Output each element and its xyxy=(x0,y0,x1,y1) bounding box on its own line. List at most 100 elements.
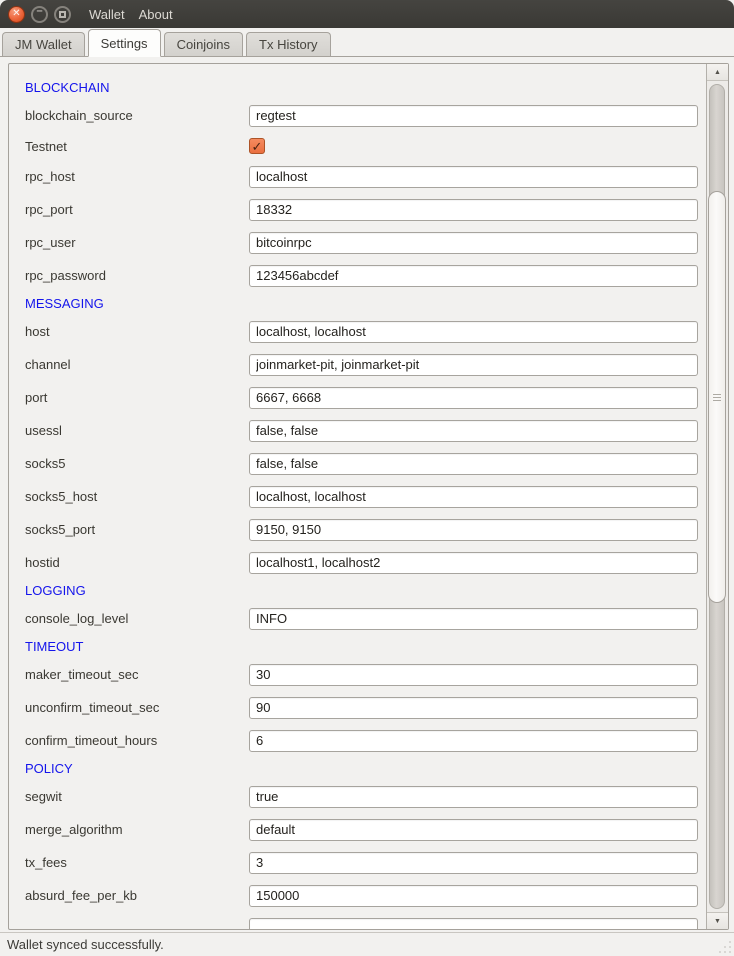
field-label: hostid xyxy=(25,555,249,570)
field-label: rpc_port xyxy=(25,202,249,217)
field-label: socks5_port xyxy=(25,522,249,537)
field-label: segwit xyxy=(25,789,249,804)
menu-item-wallet[interactable]: Wallet xyxy=(88,5,126,24)
scrollbar-grip-icon xyxy=(713,394,721,395)
field-row: merge_algorithm xyxy=(9,813,706,846)
section-header-label: TIMEOUT xyxy=(25,639,84,654)
field-row: console_log_level xyxy=(9,602,706,635)
field-row: rpc_password xyxy=(9,259,706,292)
field-row xyxy=(9,912,706,929)
input-rpc_port[interactable] xyxy=(249,199,698,221)
field-label: rpc_host xyxy=(25,169,249,184)
field-row: socks5_port xyxy=(9,513,706,546)
close-icon: ✕ xyxy=(12,9,20,19)
input-rpc_user[interactable] xyxy=(249,232,698,254)
tab-settings[interactable]: Settings xyxy=(88,29,161,57)
section-header-label: MESSAGING xyxy=(25,296,104,311)
window-controls: ✕ – xyxy=(8,6,71,23)
input-absurd_fee_per_kb[interactable] xyxy=(249,885,698,907)
field-row: channel xyxy=(9,348,706,381)
input-hostid[interactable] xyxy=(249,552,698,574)
field-label: tx_fees xyxy=(25,855,249,870)
section-header-label: BLOCKCHAIN xyxy=(25,80,110,95)
input-maker_timeout_sec[interactable] xyxy=(249,664,698,686)
field-row: unconfirm_timeout_sec xyxy=(9,691,706,724)
tab-coinjoins[interactable]: Coinjoins xyxy=(164,32,243,56)
input-merge_algorithm[interactable] xyxy=(249,819,698,841)
field-label: channel xyxy=(25,357,249,372)
input-rpc_password[interactable] xyxy=(249,265,698,287)
scrollbar-down-button[interactable]: ▼ xyxy=(707,912,728,929)
tab-jm-wallet[interactable]: JM Wallet xyxy=(2,32,85,56)
arrow-up-icon: ▲ xyxy=(714,69,721,76)
field-label: socks5 xyxy=(25,456,249,471)
status-bar: Wallet synced successfully. xyxy=(0,932,734,956)
input-socks5_host[interactable] xyxy=(249,486,698,508)
minimize-icon: – xyxy=(36,6,42,22)
field-row: hostid xyxy=(9,546,706,579)
section-header: POLICY xyxy=(9,757,706,780)
field-row: segwit xyxy=(9,780,706,813)
section-header: LOGGING xyxy=(9,579,706,602)
input-partial[interactable] xyxy=(249,918,698,930)
menubar: Wallet About xyxy=(88,5,174,24)
field-label: absurd_fee_per_kb xyxy=(25,888,249,903)
field-row: rpc_host xyxy=(9,160,706,193)
input-confirm_timeout_hours[interactable] xyxy=(249,730,698,752)
input-tx_fees[interactable] xyxy=(249,852,698,874)
input-port[interactable] xyxy=(249,387,698,409)
tab-tx-history[interactable]: Tx History xyxy=(246,32,331,56)
field-label: host xyxy=(25,324,249,339)
input-blockchain_source[interactable] xyxy=(249,105,698,127)
field-label: maker_timeout_sec xyxy=(25,667,249,682)
app-window: ✕ – Wallet About JM Wallet Settings Coin… xyxy=(0,0,734,956)
input-socks5_port[interactable] xyxy=(249,519,698,541)
testnet-checkbox[interactable]: ✓ xyxy=(249,138,265,154)
input-channel[interactable] xyxy=(249,354,698,376)
input-unconfirm_timeout_sec[interactable] xyxy=(249,697,698,719)
field-row: absurd_fee_per_kb xyxy=(9,879,706,912)
field-row: rpc_user xyxy=(9,226,706,259)
tab-bar: JM Wallet Settings Coinjoins Tx History xyxy=(0,28,734,57)
field-label: rpc_user xyxy=(25,235,249,250)
scrollbar-up-button[interactable]: ▲ xyxy=(707,64,728,81)
section-header: MESSAGING xyxy=(9,292,706,315)
arrow-down-icon: ▼ xyxy=(714,918,721,925)
status-text: Wallet synced successfully. xyxy=(7,937,164,952)
input-host[interactable] xyxy=(249,321,698,343)
field-row: maker_timeout_sec xyxy=(9,658,706,691)
field-row: port xyxy=(9,381,706,414)
maximize-button[interactable] xyxy=(54,6,71,23)
settings-pane: BLOCKCHAINblockchain_sourceTestnet✓rpc_h… xyxy=(0,58,734,932)
field-row: host xyxy=(9,315,706,348)
field-row: rpc_port xyxy=(9,193,706,226)
close-button[interactable]: ✕ xyxy=(8,6,25,23)
resize-grip[interactable] xyxy=(717,939,731,953)
input-socks5[interactable] xyxy=(249,453,698,475)
section-header-label: POLICY xyxy=(25,761,73,776)
vertical-scrollbar[interactable]: ▲ ▼ xyxy=(706,64,728,929)
field-row: blockchain_source xyxy=(9,99,706,132)
minimize-button[interactable]: – xyxy=(31,6,48,23)
section-header-label: LOGGING xyxy=(25,583,86,598)
checkmark-icon: ✓ xyxy=(252,140,263,153)
input-rpc_host[interactable] xyxy=(249,166,698,188)
input-usessl[interactable] xyxy=(249,420,698,442)
field-label: usessl xyxy=(25,423,249,438)
field-label: rpc_password xyxy=(25,268,249,283)
field-label: port xyxy=(25,390,249,405)
input-segwit[interactable] xyxy=(249,786,698,808)
field-row: confirm_timeout_hours xyxy=(9,724,706,757)
field-label: unconfirm_timeout_sec xyxy=(25,700,249,715)
menu-item-about[interactable]: About xyxy=(138,5,174,24)
field-label: Testnet xyxy=(25,139,249,154)
section-header: TIMEOUT xyxy=(9,635,706,658)
field-row: socks5 xyxy=(9,447,706,480)
input-console_log_level[interactable] xyxy=(249,608,698,630)
field-label: merge_algorithm xyxy=(25,822,249,837)
field-row: tx_fees xyxy=(9,846,706,879)
section-header: BLOCKCHAIN xyxy=(9,76,706,99)
checkbox-row: Testnet✓ xyxy=(9,132,706,160)
scrollbar-thumb[interactable] xyxy=(708,191,726,603)
settings-form: BLOCKCHAINblockchain_sourceTestnet✓rpc_h… xyxy=(9,64,706,929)
